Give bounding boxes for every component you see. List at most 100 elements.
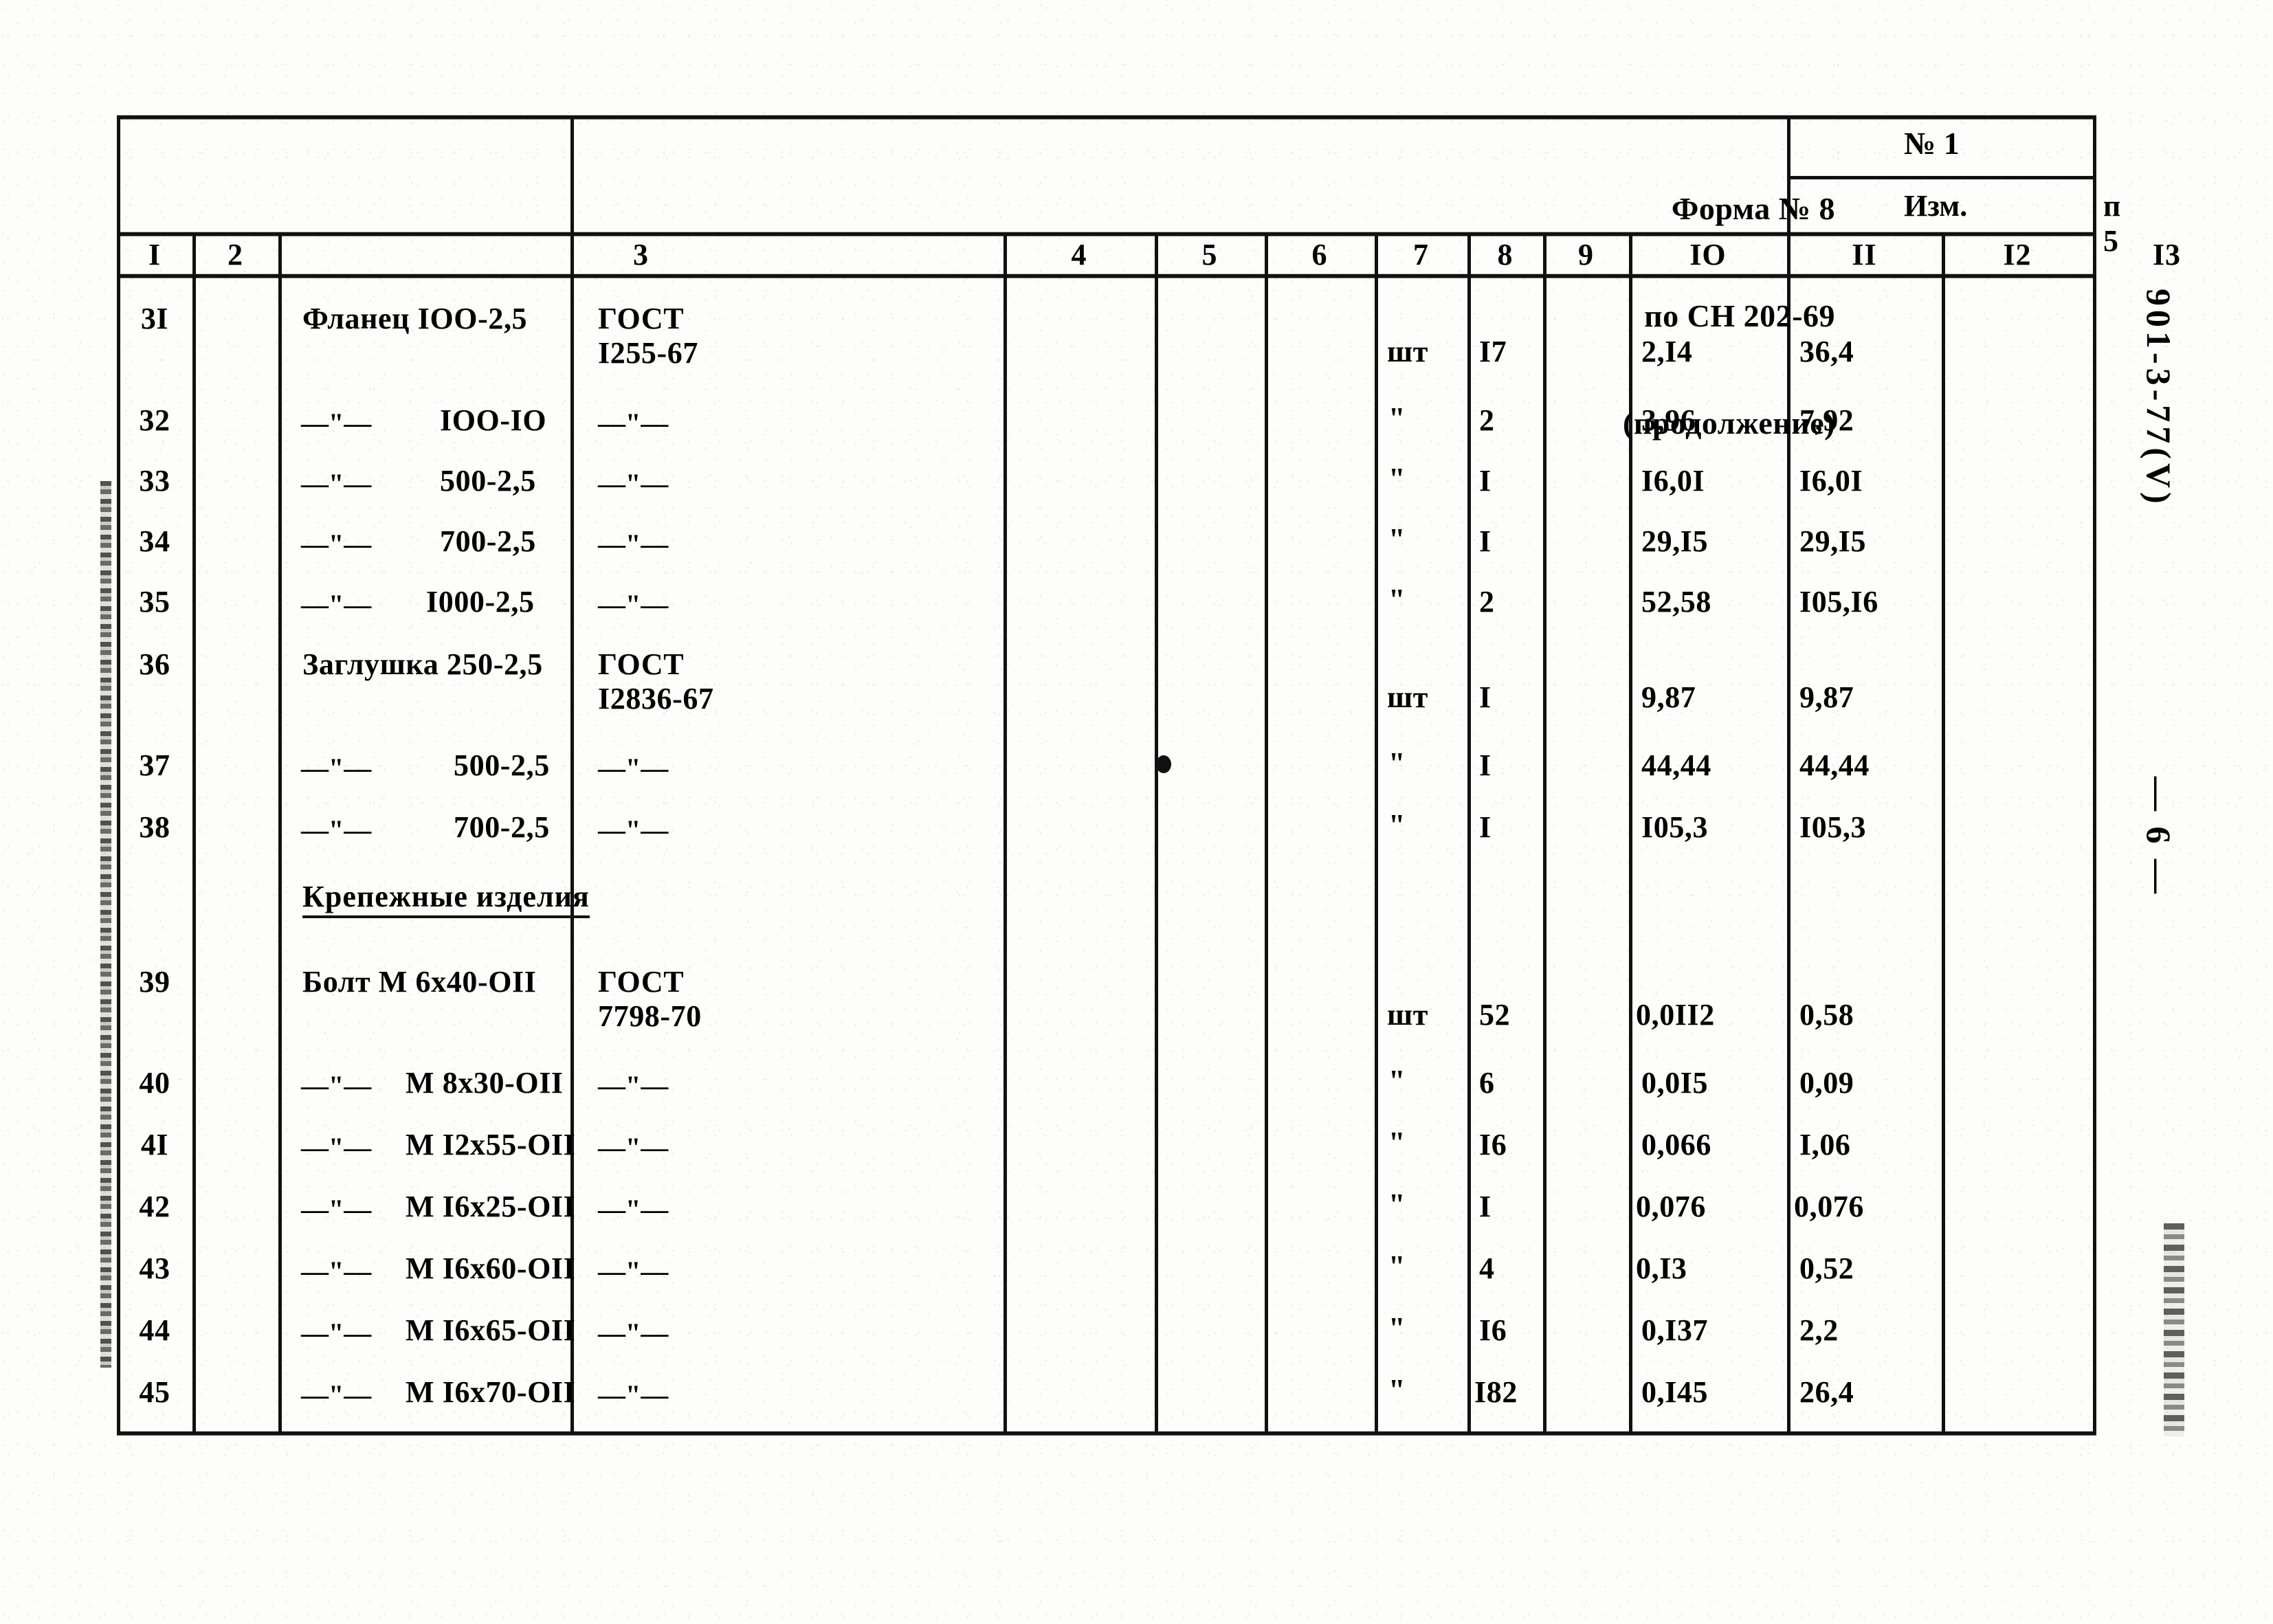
- column-number-7: 7: [1413, 238, 1429, 271]
- row-qty: I82: [1474, 1375, 1518, 1409]
- row-name: I000-2,5: [426, 585, 535, 619]
- row-position: 36: [139, 647, 170, 681]
- row-unit: ": [1388, 522, 1406, 556]
- row-ditto: —"—: [301, 1379, 372, 1410]
- column-number-4: 4: [1071, 238, 1087, 271]
- row-mass-unit: 0,I37: [1641, 1313, 1709, 1347]
- row-mass-total: 0,52: [1799, 1252, 1854, 1285]
- row-gost: —"—: [598, 753, 669, 783]
- row-qty: I: [1479, 1190, 1492, 1223]
- row-qty: 4: [1479, 1252, 1495, 1285]
- row-mass-total: 44,44: [1799, 748, 1870, 782]
- row-mass-unit: 52,58: [1641, 585, 1711, 619]
- row-ditto: —"—: [301, 1256, 372, 1287]
- row-qty: I: [1479, 810, 1492, 844]
- column-number-6: 6: [1311, 238, 1328, 271]
- row-qty: I: [1479, 748, 1492, 782]
- row-position: 39: [139, 965, 170, 999]
- row-name: Болт М 6x40-OII: [302, 965, 537, 999]
- row-name: 500-2,5: [440, 464, 536, 498]
- row-unit: ": [1388, 583, 1406, 616]
- row-qty: 2: [1479, 585, 1495, 619]
- column-number-13: I3: [2152, 238, 2182, 271]
- row-qty: I: [1479, 680, 1492, 714]
- row-gost: —"—: [598, 1256, 669, 1287]
- row-mass-total: 0,09: [1799, 1066, 1854, 1100]
- row-mass-total: I05,3: [1799, 810, 1867, 844]
- row-ditto: —"—: [301, 1317, 372, 1348]
- binding-edge-smudge: [100, 481, 111, 1368]
- row-mass-unit: 0,I3: [1636, 1252, 1687, 1285]
- row-name: М I6x70-OII: [406, 1375, 576, 1409]
- row-ditto: —"—: [301, 1132, 372, 1163]
- page-number-vertical: — 6 —: [2140, 777, 2178, 897]
- row-mass-total: 0,58: [1799, 998, 1854, 1032]
- row-position: 35: [139, 585, 170, 619]
- row-unit: ": [1388, 808, 1406, 842]
- row-mass-unit: 29,I5: [1641, 524, 1709, 558]
- row-mass-unit: 0,066: [1641, 1128, 1711, 1161]
- row-gost: —"—: [598, 468, 669, 499]
- row-mass-total: I6,0I: [1799, 464, 1863, 498]
- row-ditto: —"—: [301, 753, 372, 783]
- revision-number: № 1: [1904, 126, 1960, 161]
- row-unit: ": [1388, 1188, 1406, 1221]
- row-unit: ": [1388, 1249, 1406, 1283]
- document-code-vertical: 901-3-77(V): [2140, 289, 2178, 508]
- row-ditto: —"—: [301, 1070, 372, 1101]
- row-position: 32: [139, 403, 170, 437]
- row-mass-unit: 0,076: [1636, 1190, 1706, 1223]
- row-unit: ": [1388, 1126, 1406, 1159]
- section-heading-fasteners: Крепежные изделия: [302, 879, 590, 918]
- row-mass-unit: 9,87: [1641, 680, 1696, 714]
- scanned-page: 901-3-77(V) — 6 — Форма № 8 по СН 202-69…: [0, 0, 2273, 1624]
- row-mass-unit: I05,3: [1641, 810, 1709, 844]
- row-name: Фланец IOO-2,5: [302, 302, 528, 335]
- row-qty: I: [1479, 464, 1492, 498]
- row-name: IOO-IO: [440, 403, 547, 437]
- row-name: М I6x65-OII: [406, 1313, 576, 1347]
- row-gost: —"—: [598, 814, 669, 845]
- row-mass-total: 36,4: [1799, 335, 1854, 368]
- row-ditto: —"—: [301, 589, 372, 620]
- row-name: Заглушка 250-2,5: [302, 647, 543, 681]
- row-name: 700-2,5: [440, 524, 536, 558]
- margin-smudge: [2164, 1223, 2184, 1436]
- row-position: 4I: [140, 1128, 169, 1161]
- form-caption-line-1: Форма № 8: [1671, 191, 1835, 226]
- row-gost: ГОСТ I255-67: [598, 302, 698, 370]
- row-unit: шт: [1387, 335, 1428, 368]
- row-position: 43: [139, 1252, 170, 1285]
- row-unit: шт: [1387, 998, 1428, 1032]
- row-position: 38: [139, 810, 170, 844]
- row-unit: ": [1388, 462, 1406, 496]
- row-gost: —"—: [598, 1194, 669, 1225]
- row-unit: шт: [1387, 680, 1428, 714]
- row-mass-unit: 0,0I5: [1641, 1066, 1709, 1100]
- row-unit: ": [1388, 1064, 1406, 1098]
- row-gost: —"—: [598, 589, 669, 620]
- row-qty: I6: [1479, 1313, 1507, 1347]
- row-qty: I: [1479, 524, 1492, 558]
- row-gost: —"—: [598, 408, 669, 438]
- row-gost: —"—: [598, 1379, 669, 1410]
- row-gost: —"—: [598, 529, 669, 559]
- row-name: 700-2,5: [454, 810, 550, 844]
- row-gost: —"—: [598, 1070, 669, 1101]
- revision-label: Изм.: [1904, 189, 1968, 223]
- row-gost: ГОСТ 7798-70: [598, 965, 702, 1033]
- column-number-10: IO: [1689, 238, 1727, 271]
- table-header-band: Форма № 8 по СН 202-69 (продолжение) № 1…: [117, 115, 2120, 441]
- column-number-2: 2: [228, 238, 243, 271]
- row-mass-total: 2,2: [1799, 1313, 1839, 1347]
- row-name: М 8x30-OII: [406, 1066, 564, 1100]
- row-mass-total: 29,I5: [1799, 524, 1867, 558]
- specification-table: Форма № 8 по СН 202-69 (продолжение) № 1…: [117, 115, 2180, 1435]
- row-mass-total: 9,87: [1799, 680, 1854, 714]
- row-position: 40: [139, 1066, 170, 1100]
- row-qty: 2: [1479, 403, 1495, 437]
- row-position: 33: [139, 464, 170, 498]
- row-mass-total: I05,I6: [1799, 585, 1878, 619]
- row-mass-unit: 2,I4: [1641, 335, 1693, 368]
- row-mass-unit: 0,0II2: [1636, 998, 1715, 1032]
